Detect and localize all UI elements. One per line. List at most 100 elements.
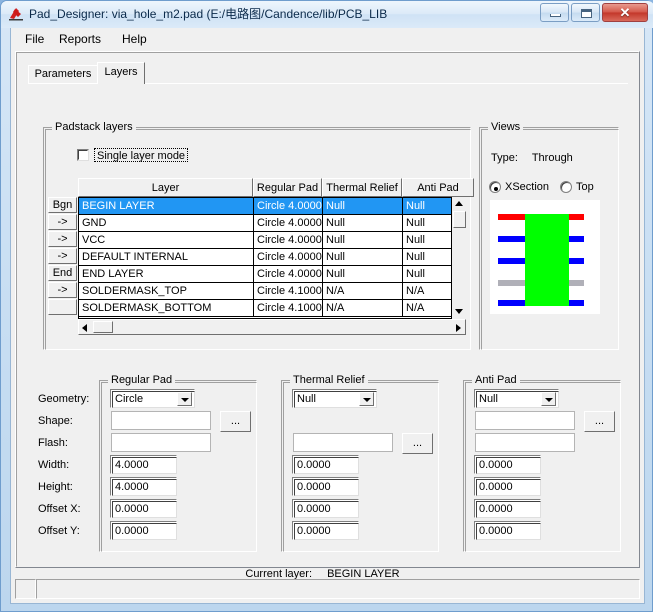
cell-regular-pad: Circle 4.0000 [254, 215, 323, 232]
cell-thermal-relief: Null [323, 249, 403, 266]
thermal-relief-height-input[interactable]: 0.0000 [292, 477, 359, 496]
tab-layers[interactable]: Layers [97, 62, 145, 84]
thermal-relief-offset-x-input[interactable]: 0.0000 [292, 499, 359, 518]
thermal-relief-offset-y-input[interactable]: 0.0000 [292, 521, 359, 540]
regular-pad-geometry-value: Circle [115, 393, 144, 405]
anti-pad-geometry-value: Null [479, 393, 498, 405]
scroll-down-icon[interactable] [455, 309, 463, 314]
table-row[interactable]: DEFAULT INTERNAL Circle 4.0000 Null Null [79, 249, 465, 266]
anti-pad-browse-button[interactable]: ... [584, 411, 615, 432]
table-horizontal-scrollbar[interactable] [78, 319, 466, 335]
row-handle-2[interactable]: -> [48, 231, 77, 247]
table-row[interactable]: GND Circle 4.0000 Null Null [79, 215, 465, 232]
close-button[interactable]: ✕ [602, 3, 648, 22]
chevron-down-icon [363, 398, 371, 402]
tab-strip: Parameters Layers [28, 62, 628, 84]
anti-pad-height-input[interactable]: 0.0000 [474, 477, 541, 496]
minimize-button[interactable] [540, 3, 569, 22]
regular-pad-width-input[interactable]: 4.0000 [110, 455, 177, 474]
cell-layer: GND [79, 215, 254, 232]
application-window: Pad_Designer: via_hole_m2.pad (E:/电路图/Ca… [0, 0, 653, 612]
regular-pad-height-input[interactable]: 4.0000 [110, 477, 177, 496]
regular-pad-width-value: 4.0000 [115, 459, 149, 471]
thermal-relief-width-value: 0.0000 [297, 459, 331, 471]
cell-regular-pad: Circle 4.0000 [254, 198, 323, 215]
minimize-icon [550, 14, 561, 17]
cell-layer: SOLDERMASK_BOTTOM [79, 300, 254, 317]
scroll-left-icon[interactable] [82, 324, 87, 332]
radio-xsection-label: XSection [505, 181, 550, 193]
anti-pad-geometry-select[interactable]: Null [474, 389, 559, 408]
regular-pad-browse-button[interactable]: ... [220, 411, 251, 432]
cell-thermal-relief: Null [323, 266, 403, 283]
regular-pad-offset-x-value: 0.0000 [115, 503, 149, 515]
view-type-value: Through [531, 152, 573, 164]
cell-regular-pad: Circle 4.1000 [254, 283, 323, 300]
scroll-up-icon[interactable] [455, 201, 463, 206]
thermal-relief-geometry-dropdown-button[interactable] [359, 392, 374, 406]
anti-pad-shape-input[interactable] [475, 411, 575, 430]
thermal-relief-browse-button[interactable]: ... [402, 433, 433, 454]
row-handle-column: Bgn -> -> -> End -> [48, 197, 78, 319]
regular-pad-flash-input[interactable] [111, 433, 211, 452]
cell-layer: DEFAULT INTERNAL [79, 249, 254, 266]
thermal-relief-offset-y-value: 0.0000 [297, 525, 331, 537]
table-row[interactable]: SOLDERMASK_BOTTOM Circle 4.1000 N/A N/A [79, 300, 465, 317]
anti-pad-offset-x-input[interactable]: 0.0000 [474, 499, 541, 518]
maximize-button[interactable] [571, 3, 600, 22]
menu-reports[interactable]: Reports [53, 32, 107, 47]
row-handle-3[interactable]: -> [48, 248, 77, 264]
views-group-title: Views [488, 121, 524, 133]
menu-bar: File Reports Help [11, 28, 644, 50]
regular-pad-shape-input[interactable] [111, 411, 211, 430]
thermal-relief-offset-x-value: 0.0000 [297, 503, 331, 515]
label-flash: Flash: [38, 437, 68, 449]
table-row[interactable]: BEGIN LAYER Circle 4.0000 Null Null [79, 198, 465, 215]
anti-pad-height-value: 0.0000 [479, 481, 513, 493]
thermal-relief-group-title: Thermal Relief [290, 374, 368, 386]
regular-pad-offset-x-input[interactable]: 0.0000 [110, 499, 177, 518]
row-handle-6[interactable] [48, 299, 77, 315]
radio-box-icon [560, 181, 572, 193]
single-layer-mode-label: Single layer mode [94, 148, 189, 162]
column-header-anti-pad[interactable]: Anti Pad [402, 178, 474, 197]
cell-regular-pad: Circle 4.0000 [254, 266, 323, 283]
view-type-label: Type: [491, 152, 518, 164]
regular-pad-geometry-dropdown-button[interactable] [177, 392, 192, 406]
tab-parameters[interactable]: Parameters [28, 65, 98, 83]
cell-layer: SOLDERMASK_TOP [79, 283, 254, 300]
column-header-regular-pad[interactable]: Regular Pad [253, 178, 322, 197]
table-row[interactable]: END LAYER Circle 4.0000 Null Null [79, 266, 465, 283]
column-header-layer[interactable]: Layer [78, 178, 253, 197]
label-offset-y: Offset Y: [38, 525, 80, 537]
thermal-relief-flash-input[interactable] [293, 433, 393, 452]
anti-pad-offset-y-input[interactable]: 0.0000 [474, 521, 541, 540]
client-area: File Reports Help Parameters Layers Pads… [10, 28, 645, 604]
cell-thermal-relief: Null [323, 198, 403, 215]
thermal-relief-geometry-select[interactable]: Null [292, 389, 377, 408]
column-header-thermal-relief[interactable]: Thermal Relief [322, 178, 402, 197]
thermal-relief-width-input[interactable]: 0.0000 [292, 455, 359, 474]
row-handle-4[interactable]: End [48, 265, 77, 281]
anti-pad-width-input[interactable]: 0.0000 [474, 455, 541, 474]
anti-pad-geometry-dropdown-button[interactable] [541, 392, 556, 406]
table-row[interactable]: SOLDERMASK_TOP Circle 4.1000 N/A N/A [79, 283, 465, 300]
table-row[interactable]: VCC Circle 4.0000 Null Null [79, 232, 465, 249]
scroll-right-icon[interactable] [456, 324, 461, 332]
status-pane-right [36, 579, 640, 599]
regular-pad-geometry-select[interactable]: Circle [110, 389, 195, 408]
menu-help[interactable]: Help [116, 32, 153, 47]
vertical-scroll-thumb[interactable] [453, 211, 466, 228]
table-vertical-scrollbar[interactable] [451, 197, 466, 319]
horizontal-scroll-thumb[interactable] [93, 321, 113, 333]
close-icon: ✕ [619, 5, 631, 20]
cell-thermal-relief: Null [323, 232, 403, 249]
window-title: Pad_Designer: via_hole_m2.pad (E:/电路图/Ca… [29, 7, 388, 21]
anti-pad-flash-input[interactable] [475, 433, 575, 452]
menu-file[interactable]: File [19, 32, 50, 47]
padstack-group-title: Padstack layers [52, 121, 136, 133]
regular-pad-offset-y-input[interactable]: 0.0000 [110, 521, 177, 540]
row-handle-5[interactable]: -> [48, 282, 77, 298]
row-handle-1[interactable]: -> [48, 214, 77, 230]
row-handle-0[interactable]: Bgn [48, 197, 77, 213]
